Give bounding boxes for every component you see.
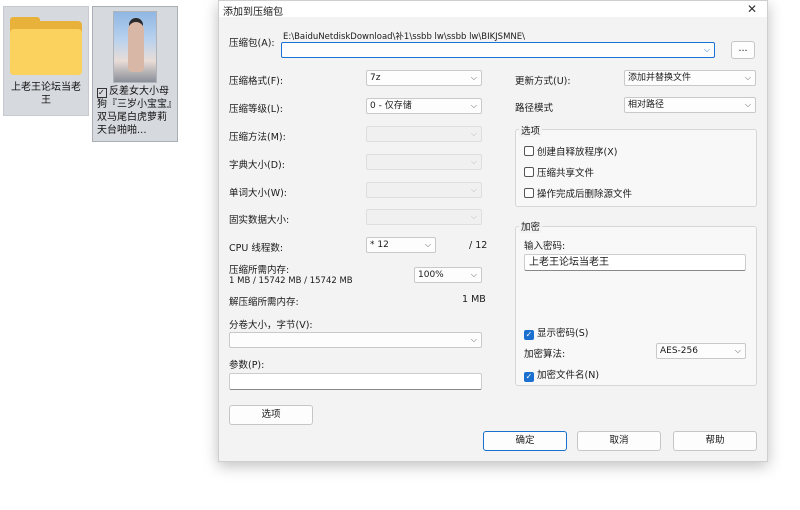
ok-button[interactable]: 确定 xyxy=(483,431,567,451)
chevron-down-icon: ⌵ xyxy=(424,240,431,249)
check-icon: ✓ xyxy=(524,372,534,382)
shared-files-checkbox[interactable]: 压缩共享文件 xyxy=(524,165,594,179)
chevron-down-icon: ⌵ xyxy=(470,101,477,110)
desktop-folder-icon-item[interactable]: 上老王论坛当老王 xyxy=(3,6,89,116)
browse-button[interactable]: ... xyxy=(731,41,755,59)
desktop-video-label: 反差女大小母狗『三岁小宝宝』双马尾白虎萝莉 天台啪啪... xyxy=(97,86,172,136)
chevron-down-icon: ⌵ xyxy=(470,270,477,279)
mem-comp-detail: 1 MB / 15742 MB / 15742 MB xyxy=(229,276,353,286)
encrypt-names-checkbox[interactable]: ✓ 加密文件名(N) xyxy=(524,367,599,382)
method-select[interactable]: ⌵ xyxy=(366,126,482,142)
cancel-button[interactable]: 取消 xyxy=(577,431,661,451)
desktop-folder-label: 上老王论坛当老王 xyxy=(11,82,81,106)
archive-path-combo[interactable]: ⌵ xyxy=(281,42,715,58)
mem-comp-label: 压缩所需内存: xyxy=(229,265,290,276)
delete-after-checkbox[interactable]: 操作完成后删除源文件 xyxy=(524,186,632,200)
level-select[interactable]: 0 - 仅存储 ⌵ xyxy=(366,98,482,114)
password-label: 输入密码: xyxy=(524,241,566,252)
cpu-select[interactable]: * 12 ⌵ xyxy=(366,237,436,253)
check-icon: ✓ xyxy=(524,330,534,340)
split-label: 分卷大小，字节(V): xyxy=(229,320,313,331)
options-group-title: 选项 xyxy=(519,123,543,137)
dict-select[interactable]: ⌵ xyxy=(366,154,482,170)
dict-label: 字典大小(D): xyxy=(229,160,285,171)
chevron-down-icon: ⌵ xyxy=(470,73,477,82)
desktop-video-item[interactable]: ✓ 反差女大小母狗『三岁小宝宝』双马尾白虎萝莉 天台啪啪... xyxy=(92,6,178,142)
show-password-checkbox[interactable]: ✓ 显示密码(S) xyxy=(524,325,588,340)
word-select[interactable]: ⌵ xyxy=(366,182,482,198)
level-label: 压缩等级(L): xyxy=(229,104,283,115)
format-label: 压缩格式(F): xyxy=(229,76,284,87)
pathmode-select[interactable]: 相对路径 ⌵ xyxy=(624,97,756,113)
sfx-checkbox[interactable]: 创建自释放程序(X) xyxy=(524,144,617,158)
options-button[interactable]: 选项 xyxy=(229,405,313,425)
add-to-archive-dialog: 添加到压缩包 ✕ 压缩包(A): E:\BaiduNetdiskDownload… xyxy=(218,0,768,462)
encryption-group-title: 加密 xyxy=(519,219,543,233)
algorithm-label: 加密算法: xyxy=(524,349,566,360)
update-label: 更新方式(U): xyxy=(515,76,571,87)
mem-decomp-value: 1 MB xyxy=(462,294,486,305)
help-button[interactable]: 帮助 xyxy=(673,431,757,451)
algorithm-select[interactable]: AES-256 ⌵ xyxy=(656,343,746,359)
archive-path-text: E:\BaiduNetdiskDownload\补1\ssbb lw\ssbb … xyxy=(283,32,525,42)
update-select[interactable]: 添加并替换文件 ⌵ xyxy=(624,70,756,86)
chevron-down-icon: ⌵ xyxy=(744,100,751,109)
folder-icon xyxy=(10,17,82,75)
params-input[interactable] xyxy=(229,373,482,390)
password-input[interactable]: 上老王论坛当老王 xyxy=(524,254,746,271)
word-label: 单词大小(W): xyxy=(229,188,288,199)
video-thumbnail xyxy=(113,11,157,83)
dialog-title: 添加到压缩包 xyxy=(223,7,283,18)
params-label: 参数(P): xyxy=(229,360,265,371)
selected-check-icon: ✓ xyxy=(97,88,107,98)
split-select[interactable]: ⌵ xyxy=(229,332,482,348)
close-icon[interactable]: ✕ xyxy=(747,2,757,16)
chevron-down-icon: ⌵ xyxy=(470,212,477,221)
chevron-down-icon: ⌵ xyxy=(470,157,477,166)
chevron-down-icon: ⌵ xyxy=(470,129,477,138)
format-select[interactable]: 7z ⌵ xyxy=(366,70,482,86)
chevron-down-icon: ⌵ xyxy=(470,185,477,194)
chevron-down-icon: ⌵ xyxy=(470,335,477,344)
mem-usage-select[interactable]: 100% ⌵ xyxy=(414,267,482,283)
solid-select[interactable]: ⌵ xyxy=(366,209,482,225)
cpu-max: / 12 xyxy=(469,240,488,251)
dialog-titlebar: 添加到压缩包 ✕ xyxy=(219,1,767,18)
chevron-down-icon: ⌵ xyxy=(734,346,741,355)
chevron-down-icon: ⌵ xyxy=(744,73,751,82)
solid-label: 固实数据大小: xyxy=(229,215,290,226)
archive-label: 压缩包(A): xyxy=(229,38,275,49)
pathmode-label: 路径模式 xyxy=(515,103,554,114)
method-label: 压缩方法(M): xyxy=(229,132,286,143)
mem-decomp-label: 解压缩所需内存: xyxy=(229,297,299,308)
cpu-label: CPU 线程数: xyxy=(229,243,284,254)
chevron-down-icon: ⌵ xyxy=(703,45,710,54)
